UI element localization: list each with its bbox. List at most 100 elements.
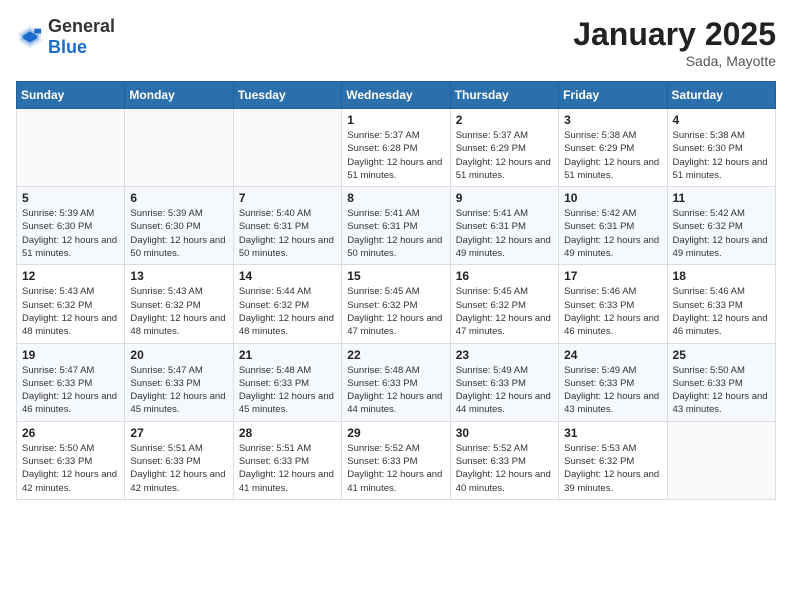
day-info: Sunrise: 5:52 AM Sunset: 6:33 PM Dayligh… <box>456 442 553 495</box>
weekday-header-monday: Monday <box>125 82 233 109</box>
calendar-cell: 13 Sunrise: 5:43 AM Sunset: 6:32 PM Dayli… <box>125 265 233 343</box>
day-number: 18 <box>673 269 770 283</box>
calendar-cell: 12 Sunrise: 5:43 AM Sunset: 6:32 PM Dayli… <box>17 265 125 343</box>
day-number: 3 <box>564 113 661 127</box>
day-number: 15 <box>347 269 444 283</box>
location-subtitle: Sada, Mayotte <box>573 53 776 69</box>
calendar-cell: 23 Sunrise: 5:49 AM Sunset: 6:33 PM Dayli… <box>450 343 558 421</box>
day-number: 6 <box>130 191 227 205</box>
calendar-cell: 1 Sunrise: 5:37 AM Sunset: 6:28 PM Daylig… <box>342 109 450 187</box>
calendar-cell: 11 Sunrise: 5:42 AM Sunset: 6:32 PM Dayli… <box>667 187 775 265</box>
calendar-cell: 24 Sunrise: 5:49 AM Sunset: 6:33 PM Dayli… <box>559 343 667 421</box>
calendar-cell: 6 Sunrise: 5:39 AM Sunset: 6:30 PM Daylig… <box>125 187 233 265</box>
day-number: 31 <box>564 426 661 440</box>
calendar-cell: 10 Sunrise: 5:42 AM Sunset: 6:31 PM Dayli… <box>559 187 667 265</box>
day-number: 24 <box>564 348 661 362</box>
day-number: 1 <box>347 113 444 127</box>
day-info: Sunrise: 5:39 AM Sunset: 6:30 PM Dayligh… <box>22 207 119 260</box>
day-info: Sunrise: 5:49 AM Sunset: 6:33 PM Dayligh… <box>456 364 553 417</box>
calendar-cell <box>233 109 341 187</box>
day-number: 23 <box>456 348 553 362</box>
day-number: 25 <box>673 348 770 362</box>
day-info: Sunrise: 5:37 AM Sunset: 6:28 PM Dayligh… <box>347 129 444 182</box>
logo-general: General <box>48 16 115 36</box>
day-info: Sunrise: 5:43 AM Sunset: 6:32 PM Dayligh… <box>130 285 227 338</box>
calendar-cell: 4 Sunrise: 5:38 AM Sunset: 6:30 PM Daylig… <box>667 109 775 187</box>
day-number: 19 <box>22 348 119 362</box>
day-info: Sunrise: 5:51 AM Sunset: 6:33 PM Dayligh… <box>239 442 336 495</box>
day-info: Sunrise: 5:37 AM Sunset: 6:29 PM Dayligh… <box>456 129 553 182</box>
day-number: 30 <box>456 426 553 440</box>
day-number: 10 <box>564 191 661 205</box>
day-number: 16 <box>456 269 553 283</box>
calendar-cell: 14 Sunrise: 5:44 AM Sunset: 6:32 PM Dayli… <box>233 265 341 343</box>
day-number: 11 <box>673 191 770 205</box>
day-info: Sunrise: 5:47 AM Sunset: 6:33 PM Dayligh… <box>22 364 119 417</box>
calendar-week-row: 19 Sunrise: 5:47 AM Sunset: 6:33 PM Dayli… <box>17 343 776 421</box>
calendar-cell: 17Sunrise: 5:46 AM Sunset: 6:33 PM Dayli… <box>559 265 667 343</box>
weekday-header-saturday: Saturday <box>667 82 775 109</box>
calendar-week-row: 5 Sunrise: 5:39 AM Sunset: 6:30 PM Daylig… <box>17 187 776 265</box>
calendar-cell: 16 Sunrise: 5:45 AM Sunset: 6:32 PM Dayli… <box>450 265 558 343</box>
day-info: Sunrise: 5:45 AM Sunset: 6:32 PM Dayligh… <box>456 285 553 338</box>
day-info: Sunrise: 5:53 AM Sunset: 6:32 PM Dayligh… <box>564 442 661 495</box>
calendar-table: SundayMondayTuesdayWednesdayThursdayFrid… <box>16 81 776 500</box>
calendar-cell <box>667 421 775 499</box>
day-number: 5 <box>22 191 119 205</box>
weekday-header-friday: Friday <box>559 82 667 109</box>
logo-text: General Blue <box>48 16 115 58</box>
day-number: 21 <box>239 348 336 362</box>
day-info: Sunrise: 5:47 AM Sunset: 6:33 PM Dayligh… <box>130 364 227 417</box>
calendar-cell: 27 Sunrise: 5:51 AM Sunset: 6:33 PM Dayli… <box>125 421 233 499</box>
day-number: 9 <box>456 191 553 205</box>
calendar-cell: 29 Sunrise: 5:52 AM Sunset: 6:33 PM Dayli… <box>342 421 450 499</box>
day-number: 2 <box>456 113 553 127</box>
calendar-cell: 30 Sunrise: 5:52 AM Sunset: 6:33 PM Dayli… <box>450 421 558 499</box>
weekday-header-thursday: Thursday <box>450 82 558 109</box>
calendar-cell: 18Sunrise: 5:46 AM Sunset: 6:33 PM Dayli… <box>667 265 775 343</box>
calendar-cell: 15 Sunrise: 5:45 AM Sunset: 6:32 PM Dayli… <box>342 265 450 343</box>
day-info: Sunrise: 5:39 AM Sunset: 6:30 PM Dayligh… <box>130 207 227 260</box>
logo: General Blue <box>16 16 115 58</box>
day-info: Sunrise: 5:44 AM Sunset: 6:32 PM Dayligh… <box>239 285 336 338</box>
day-number: 29 <box>347 426 444 440</box>
calendar-cell: 3Sunrise: 5:38 AM Sunset: 6:29 PM Daylig… <box>559 109 667 187</box>
calendar-cell: 25 Sunrise: 5:50 AM Sunset: 6:33 PM Dayli… <box>667 343 775 421</box>
day-info: Sunrise: 5:42 AM Sunset: 6:31 PM Dayligh… <box>564 207 661 260</box>
day-number: 14 <box>239 269 336 283</box>
calendar-cell: 9 Sunrise: 5:41 AM Sunset: 6:31 PM Daylig… <box>450 187 558 265</box>
month-year-title: January 2025 <box>573 16 776 53</box>
day-number: 13 <box>130 269 227 283</box>
day-info: Sunrise: 5:41 AM Sunset: 6:31 PM Dayligh… <box>456 207 553 260</box>
day-info: Sunrise: 5:51 AM Sunset: 6:33 PM Dayligh… <box>130 442 227 495</box>
day-info: Sunrise: 5:52 AM Sunset: 6:33 PM Dayligh… <box>347 442 444 495</box>
day-number: 4 <box>673 113 770 127</box>
day-info: Sunrise: 5:43 AM Sunset: 6:32 PM Dayligh… <box>22 285 119 338</box>
calendar-cell: 21Sunrise: 5:48 AM Sunset: 6:33 PM Dayli… <box>233 343 341 421</box>
title-area: January 2025 Sada, Mayotte <box>573 16 776 69</box>
calendar-cell: 31 Sunrise: 5:53 AM Sunset: 6:32 PM Dayli… <box>559 421 667 499</box>
day-info: Sunrise: 5:45 AM Sunset: 6:32 PM Dayligh… <box>347 285 444 338</box>
day-info: Sunrise: 5:48 AM Sunset: 6:33 PM Dayligh… <box>347 364 444 417</box>
day-info: Sunrise: 5:49 AM Sunset: 6:33 PM Dayligh… <box>564 364 661 417</box>
calendar-cell: 8Sunrise: 5:41 AM Sunset: 6:31 PM Daylig… <box>342 187 450 265</box>
day-info: Sunrise: 5:42 AM Sunset: 6:32 PM Dayligh… <box>673 207 770 260</box>
logo-icon <box>16 23 44 51</box>
calendar-cell: 28Sunrise: 5:51 AM Sunset: 6:33 PM Dayli… <box>233 421 341 499</box>
weekday-header-wednesday: Wednesday <box>342 82 450 109</box>
day-info: Sunrise: 5:50 AM Sunset: 6:33 PM Dayligh… <box>673 364 770 417</box>
day-number: 26 <box>22 426 119 440</box>
day-info: Sunrise: 5:50 AM Sunset: 6:33 PM Dayligh… <box>22 442 119 495</box>
day-number: 12 <box>22 269 119 283</box>
day-number: 27 <box>130 426 227 440</box>
calendar-cell: 19 Sunrise: 5:47 AM Sunset: 6:33 PM Dayli… <box>17 343 125 421</box>
calendar-cell <box>125 109 233 187</box>
weekday-header-tuesday: Tuesday <box>233 82 341 109</box>
day-info: Sunrise: 5:40 AM Sunset: 6:31 PM Dayligh… <box>239 207 336 260</box>
calendar-cell: 5 Sunrise: 5:39 AM Sunset: 6:30 PM Daylig… <box>17 187 125 265</box>
day-info: Sunrise: 5:41 AM Sunset: 6:31 PM Dayligh… <box>347 207 444 260</box>
day-info: Sunrise: 5:46 AM Sunset: 6:33 PM Dayligh… <box>564 285 661 338</box>
calendar-cell <box>17 109 125 187</box>
calendar-cell: 7Sunrise: 5:40 AM Sunset: 6:31 PM Daylig… <box>233 187 341 265</box>
day-info: Sunrise: 5:38 AM Sunset: 6:30 PM Dayligh… <box>673 129 770 182</box>
